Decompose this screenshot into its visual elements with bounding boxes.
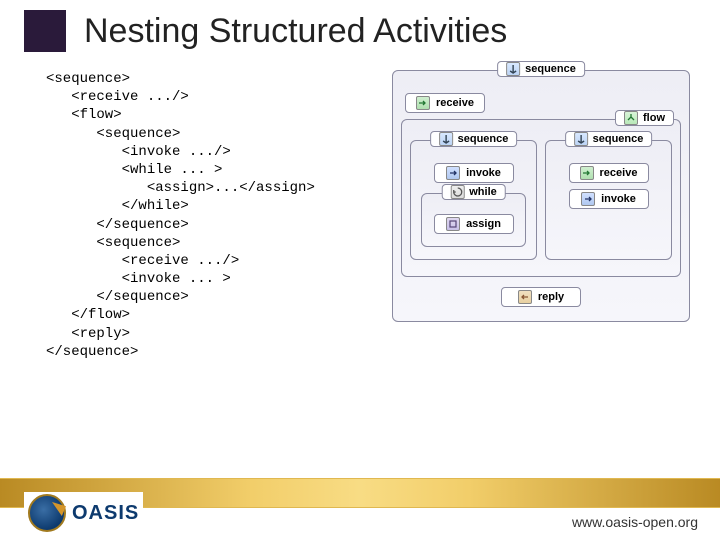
box-sequence-1: sequence invoke: [410, 140, 537, 260]
label-sequence-outer: sequence: [497, 61, 585, 77]
activity-assign: assign: [434, 214, 514, 234]
box-while: while assign: [421, 193, 526, 247]
oasis-logo-text: OASIS: [72, 502, 139, 525]
content-row: <sequence> <receive .../> <flow> <sequen…: [0, 58, 720, 361]
activity-receive-2: receive: [569, 163, 649, 183]
label-sequence-1: sequence: [430, 131, 518, 147]
sequence-icon: [506, 62, 520, 76]
label-text: flow: [643, 112, 665, 124]
label-text: sequence: [525, 63, 576, 75]
label-text: receive: [436, 97, 474, 109]
reply-icon: [518, 290, 532, 304]
label-text: while: [469, 186, 497, 198]
receive-icon: [580, 166, 594, 180]
label-text: receive: [600, 167, 638, 179]
code-listing: <sequence> <receive .../> <flow> <sequen…: [46, 70, 384, 361]
box-sequence-2: sequence receive invoke: [545, 140, 672, 260]
slide-title: Nesting Structured Activities: [84, 12, 507, 51]
sequence-icon: [439, 132, 453, 146]
slide-header: Nesting Structured Activities: [0, 0, 720, 58]
invoke-icon: [581, 192, 595, 206]
label-text: sequence: [593, 133, 644, 145]
receive-icon: [416, 96, 430, 110]
activity-invoke: invoke: [434, 163, 514, 183]
label-text: assign: [466, 218, 501, 230]
label-flow: flow: [615, 110, 674, 126]
label-text: sequence: [458, 133, 509, 145]
invoke-icon: [446, 166, 460, 180]
while-icon: [450, 185, 464, 199]
label-text: reply: [538, 291, 564, 303]
label-text: invoke: [466, 167, 501, 179]
label-text: invoke: [601, 193, 636, 205]
diagram: sequence receive flow: [392, 70, 690, 361]
label-while: while: [441, 184, 506, 200]
flow-icon: [624, 111, 638, 125]
oasis-globe-icon: [28, 494, 66, 532]
assign-icon: [446, 217, 460, 231]
sequence-icon: [574, 132, 588, 146]
header-logo: [24, 10, 66, 52]
box-flow: flow sequence: [401, 119, 681, 277]
footer-url: www.oasis-open.org: [572, 514, 698, 530]
box-sequence-outer: sequence receive flow: [392, 70, 690, 322]
activity-receive: receive: [405, 93, 485, 113]
oasis-logo: OASIS: [24, 492, 143, 534]
slide-footer: OASIS www.oasis-open.org: [0, 478, 720, 540]
activity-reply: reply: [501, 287, 581, 307]
label-sequence-2: sequence: [565, 131, 653, 147]
activity-invoke-2: invoke: [569, 189, 649, 209]
